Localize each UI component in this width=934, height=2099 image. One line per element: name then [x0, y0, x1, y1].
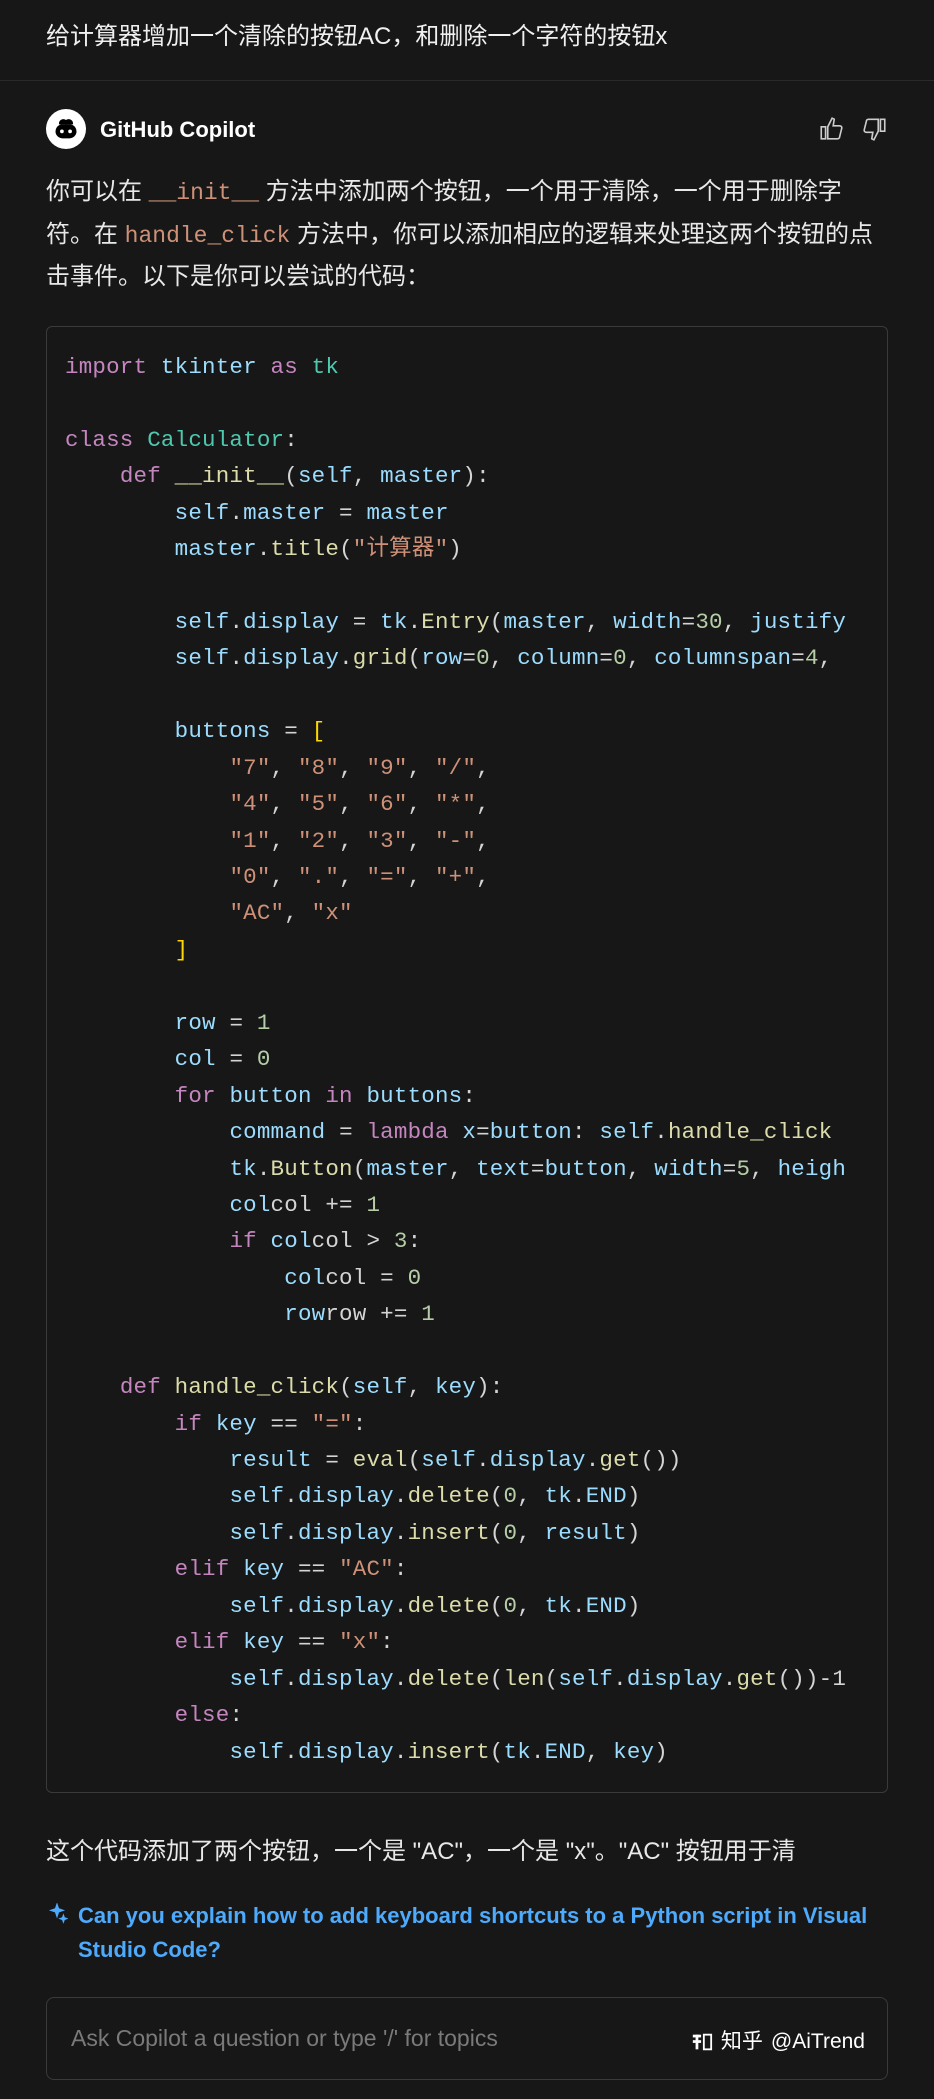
inline-code: __init__ [149, 180, 259, 206]
author-name: GitHub Copilot [100, 112, 255, 147]
thumbs-down-icon[interactable] [862, 116, 888, 142]
chat-input-placeholder: Ask Copilot a question or type '/' for t… [71, 2025, 498, 2051]
watermark-site: 知乎 [721, 2025, 763, 2059]
text: 你可以在 [46, 178, 149, 205]
sparkles-icon [46, 1903, 68, 1935]
suggestion-link[interactable]: Can you explain how to add keyboard shor… [78, 1899, 888, 1967]
response-author: GitHub Copilot [46, 109, 255, 149]
user-prompt-text: 给计算器增加一个清除的按钮AC，和删除一个字符的按钮x [46, 23, 667, 50]
thumbs-up-icon[interactable] [818, 116, 844, 142]
user-prompt: 给计算器增加一个清除的按钮AC，和删除一个字符的按钮x [0, 0, 934, 81]
response-text: 你可以在 __init__ 方法中添加两个按钮，一个用于清除，一个用于删除字符。… [46, 171, 888, 298]
watermark-user: @AiTrend [771, 2025, 865, 2059]
copilot-response: GitHub Copilot 你可以在 __init__ 方法中添加两个按钮，一… [0, 81, 934, 1827]
inline-code: handle_click [125, 223, 291, 249]
zhihu-icon [691, 2031, 713, 2053]
code-block[interactable]: import tkinter as tk class Calculator: d… [46, 326, 888, 1793]
watermark: 知乎 @AiTrend [691, 2025, 865, 2059]
chat-input[interactable]: Ask Copilot a question or type '/' for t… [46, 1997, 888, 2080]
text: 这个代码添加了两个按钮，一个是 "AC"，一个是 "x"。"AC" 按钮用于清 [46, 1838, 796, 1865]
suggestion-row[interactable]: Can you explain how to add keyboard shor… [0, 1893, 934, 1991]
follow-up-text: 这个代码添加了两个按钮，一个是 "AC"，一个是 "x"。"AC" 按钮用于清 [0, 1827, 934, 1893]
copilot-avatar-icon [46, 109, 86, 149]
response-header: GitHub Copilot [46, 109, 888, 149]
feedback-buttons [818, 116, 888, 142]
